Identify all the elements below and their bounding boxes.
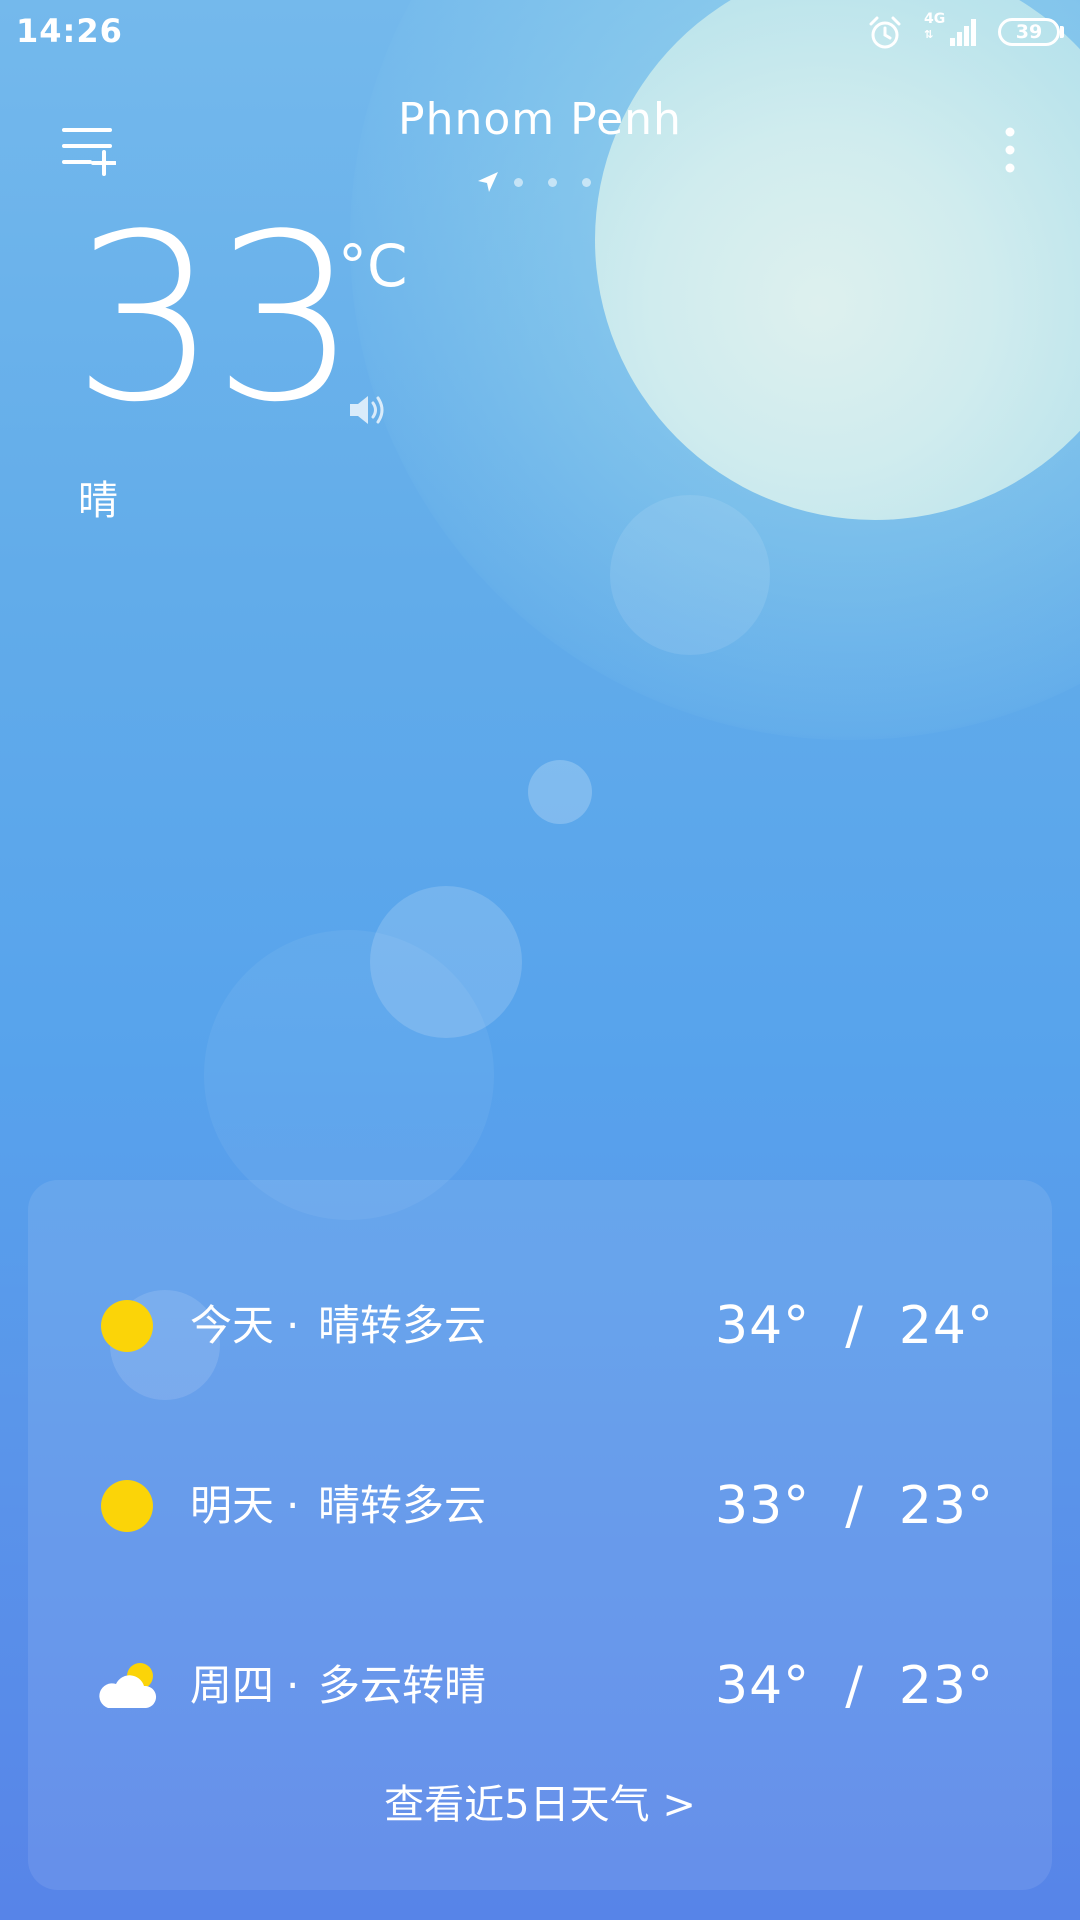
five-day-forecast-button[interactable]: 查看近5日天气 >	[28, 1780, 1052, 1830]
page-dot	[548, 177, 557, 187]
forecast-separator: ·	[286, 1301, 300, 1350]
forecast-temp-range: 34° / 24°	[715, 1296, 994, 1356]
forecast-separator: ·	[286, 1661, 300, 1710]
forecast-card: 今天 · 晴转多云 34° / 24° 明天 · 晴转多云 33° / 23° …	[28, 1180, 1052, 1890]
forecast-separator: ·	[286, 1481, 300, 1530]
battery-icon: 39	[998, 18, 1060, 46]
bokeh-circle	[370, 886, 522, 1038]
signal-icon	[950, 19, 976, 46]
temperature-unit: °C	[338, 232, 408, 300]
sun-icon	[101, 1480, 153, 1532]
sun-disc	[595, 0, 1080, 520]
add-city-menu-icon[interactable]	[60, 122, 116, 178]
page-dot	[514, 177, 523, 187]
bokeh-circle	[528, 760, 592, 824]
sun-icon	[101, 1300, 153, 1352]
status-time: 14:26	[16, 12, 123, 50]
speaker-icon[interactable]	[348, 392, 388, 428]
forecast-description: 晴转多云	[318, 1481, 487, 1530]
city-page-indicator	[476, 172, 616, 192]
alarm-clock-icon	[869, 16, 901, 49]
forecast-row-today[interactable]: 今天 · 晴转多云 34° / 24°	[28, 1286, 1052, 1366]
forecast-row-thursday[interactable]: 周四 · 多云转晴 34° / 23°	[28, 1646, 1052, 1726]
bokeh-circle	[610, 495, 770, 655]
battery-level: 39	[1015, 21, 1043, 43]
page-dot	[582, 177, 591, 187]
bokeh-circle	[204, 930, 494, 1220]
forecast-day: 明天	[190, 1481, 275, 1530]
forecast-day: 今天	[190, 1301, 275, 1350]
current-temperature: 33	[72, 186, 359, 453]
forecast-description: 晴转多云	[318, 1301, 487, 1350]
location-arrow-icon	[478, 172, 498, 192]
forecast-temp-range: 34° / 23°	[715, 1656, 994, 1716]
more-options-icon[interactable]	[990, 122, 1030, 178]
forecast-row-tomorrow[interactable]: 明天 · 晴转多云 33° / 23°	[28, 1466, 1052, 1546]
status-bar: 14:26 4G ⇅ 39	[0, 0, 1080, 66]
forecast-temp-range: 33° / 23°	[715, 1476, 994, 1536]
city-name: Phnom Penh	[398, 94, 682, 145]
battery-tip	[1060, 26, 1064, 38]
forecast-description: 多云转晴	[318, 1661, 487, 1710]
current-condition: 晴	[78, 478, 118, 524]
forecast-day: 周四	[190, 1661, 275, 1710]
partly-cloudy-icon	[99, 1663, 157, 1708]
